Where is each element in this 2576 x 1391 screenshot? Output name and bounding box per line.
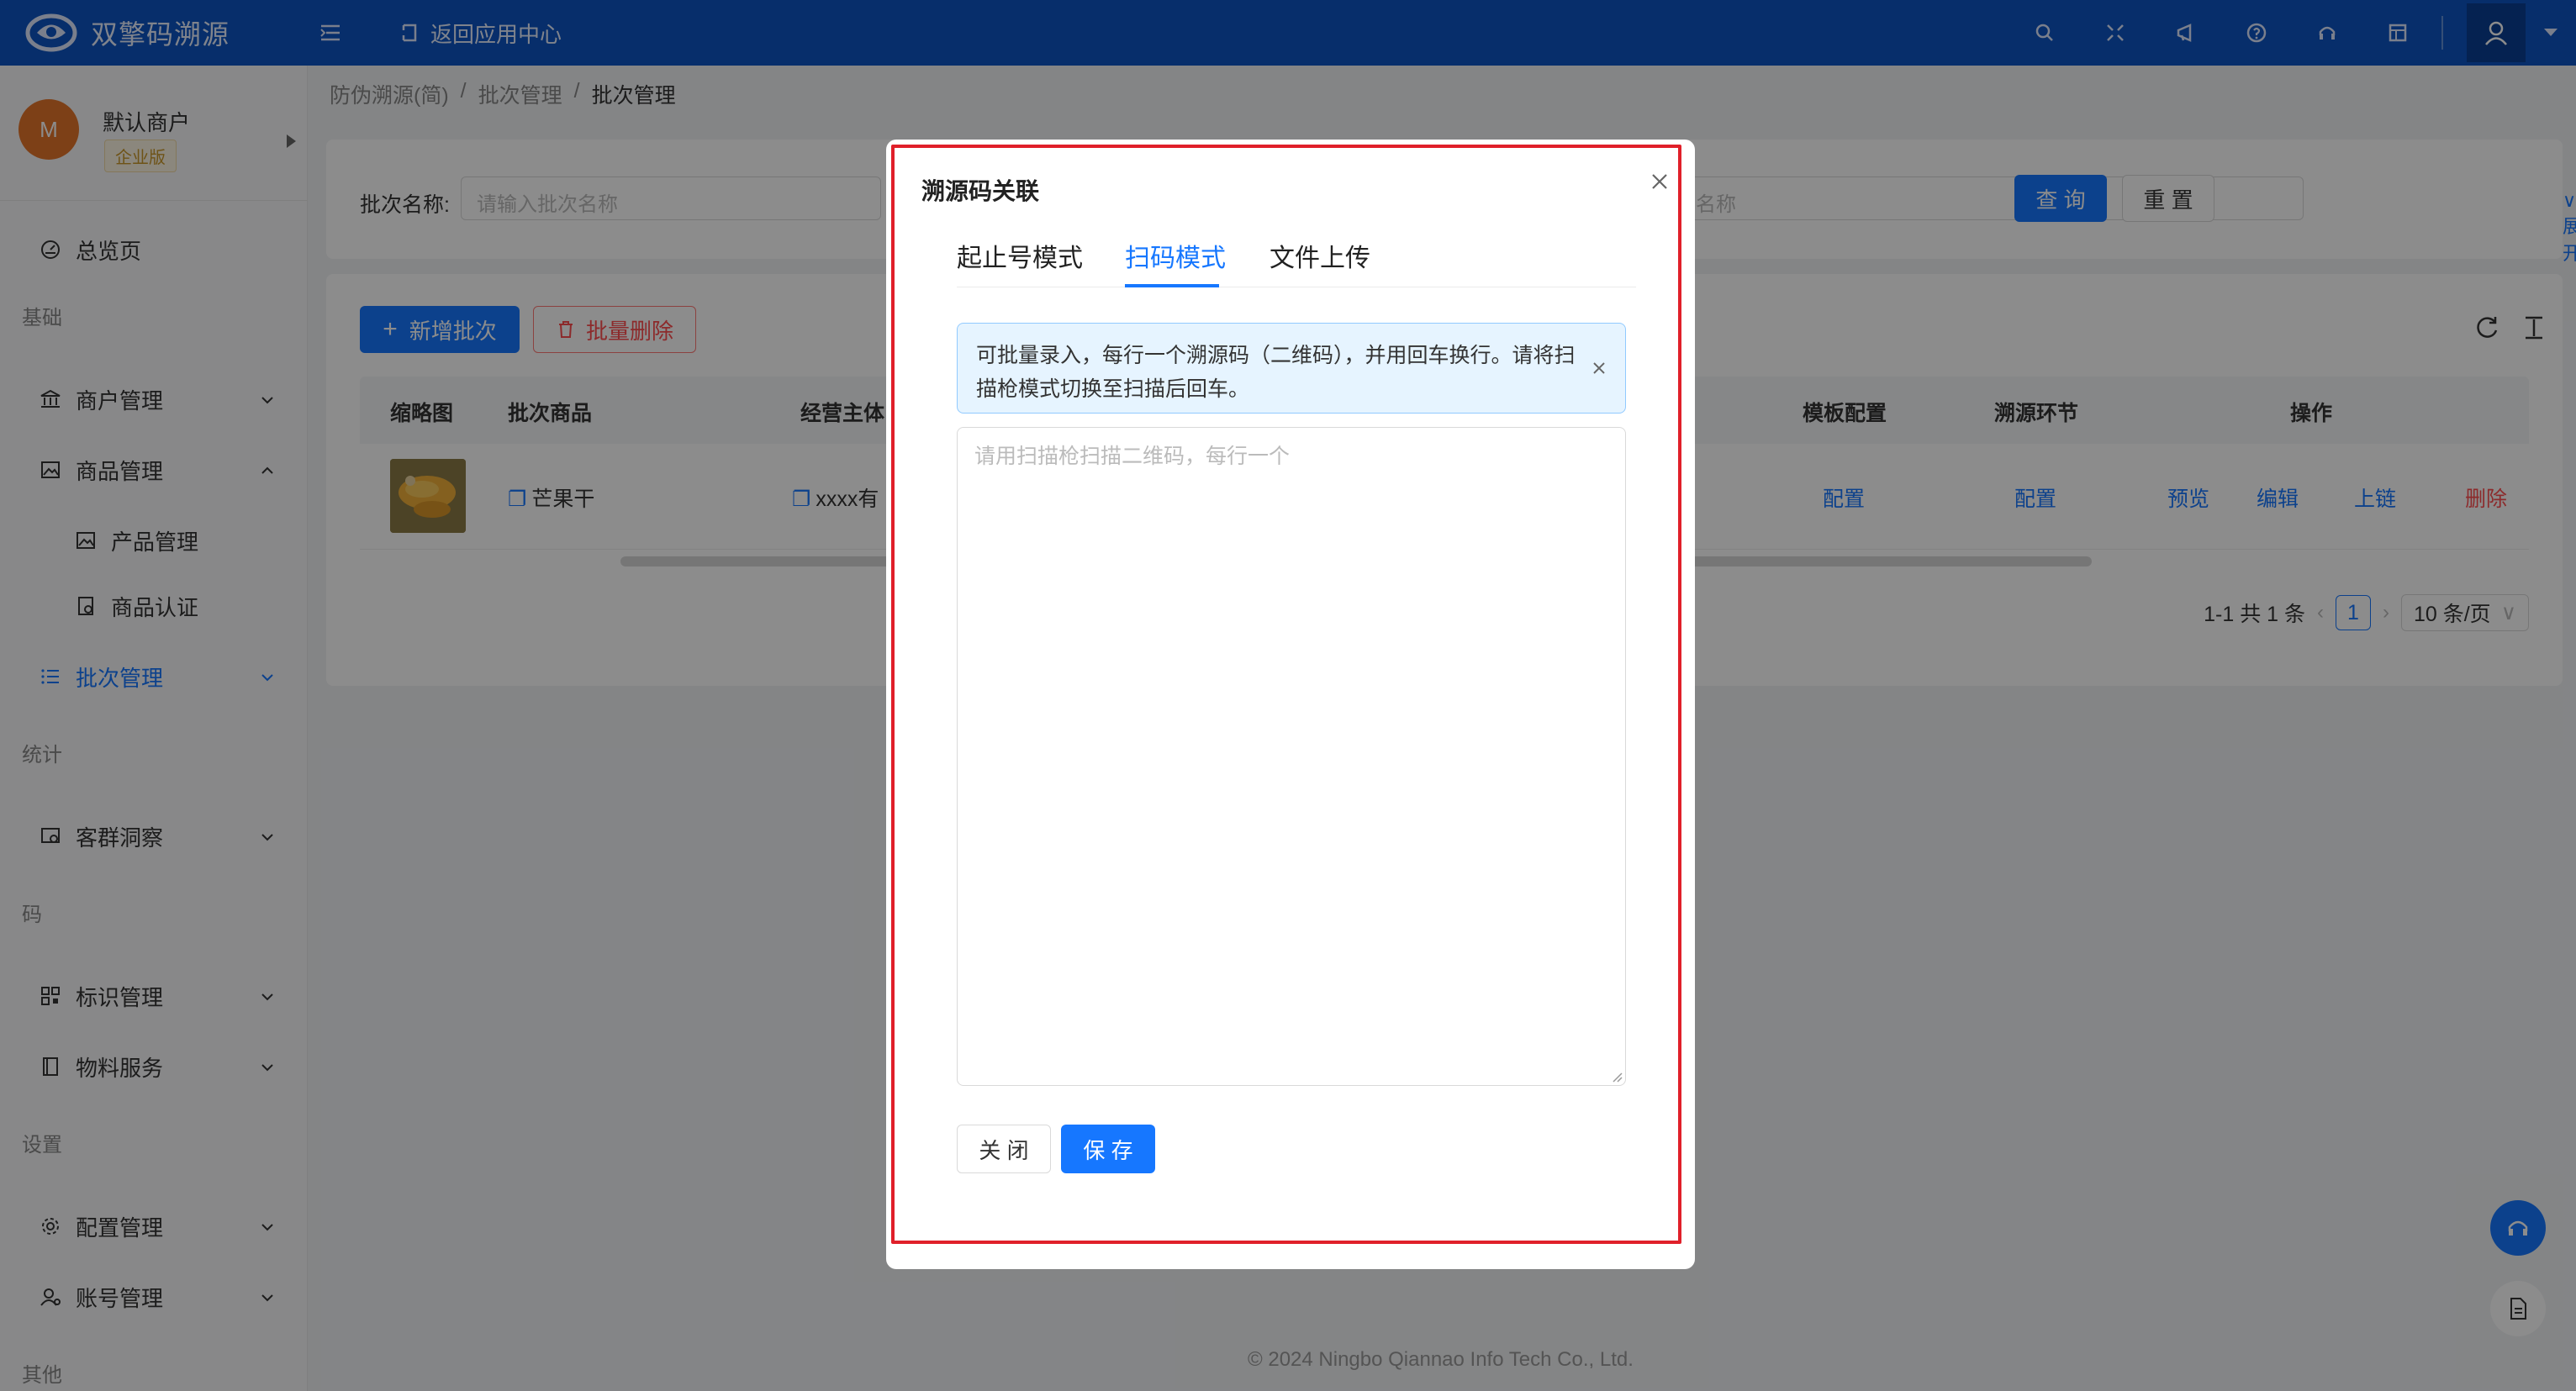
resize-handle-icon[interactable]	[1610, 1070, 1623, 1083]
info-alert: 可批量录入，每行一个溯源码（二维码），并用回车换行。请将扫描枪模式切换至扫描后回…	[957, 323, 1626, 414]
app-root: 双擎码溯源 返回应用中心 M 默认商户 企业版 总览页 基础 商户管理 商品管理…	[0, 0, 2576, 1391]
scan-code-textarea[interactable]: 请用扫描枪扫描二维码，每行一个	[957, 427, 1626, 1086]
save-label: 保 存	[1083, 1137, 1133, 1163]
textarea-placeholder: 请用扫描枪扫描二维码，每行一个	[974, 445, 1291, 468]
close-icon[interactable]	[1588, 357, 1610, 379]
close-label: 关 闭	[979, 1137, 1029, 1163]
mode-tabs: 起止号模式 扫码模式 文件上传	[957, 237, 1636, 287]
modal-title: 溯源码关联	[921, 178, 1040, 204]
tab-active-indicator	[1125, 284, 1219, 287]
alert-text: 可批量录入，每行一个溯源码（二维码），并用回车换行。请将扫描枪模式切换至扫描后回…	[976, 344, 1576, 401]
tab-scan-mode[interactable]: 扫码模式	[1125, 237, 1226, 274]
close-icon[interactable]	[1643, 165, 1676, 198]
trace-code-link-modal: 溯源码关联 起止号模式 扫码模式 文件上传 可批量录入，每行一个溯源码（二维码）…	[886, 140, 1695, 1269]
tab-file-upload[interactable]: 文件上传	[1270, 237, 1370, 274]
tab-range-mode[interactable]: 起止号模式	[957, 237, 1083, 274]
save-button[interactable]: 保 存	[1061, 1125, 1155, 1173]
close-button[interactable]: 关 闭	[957, 1125, 1051, 1173]
